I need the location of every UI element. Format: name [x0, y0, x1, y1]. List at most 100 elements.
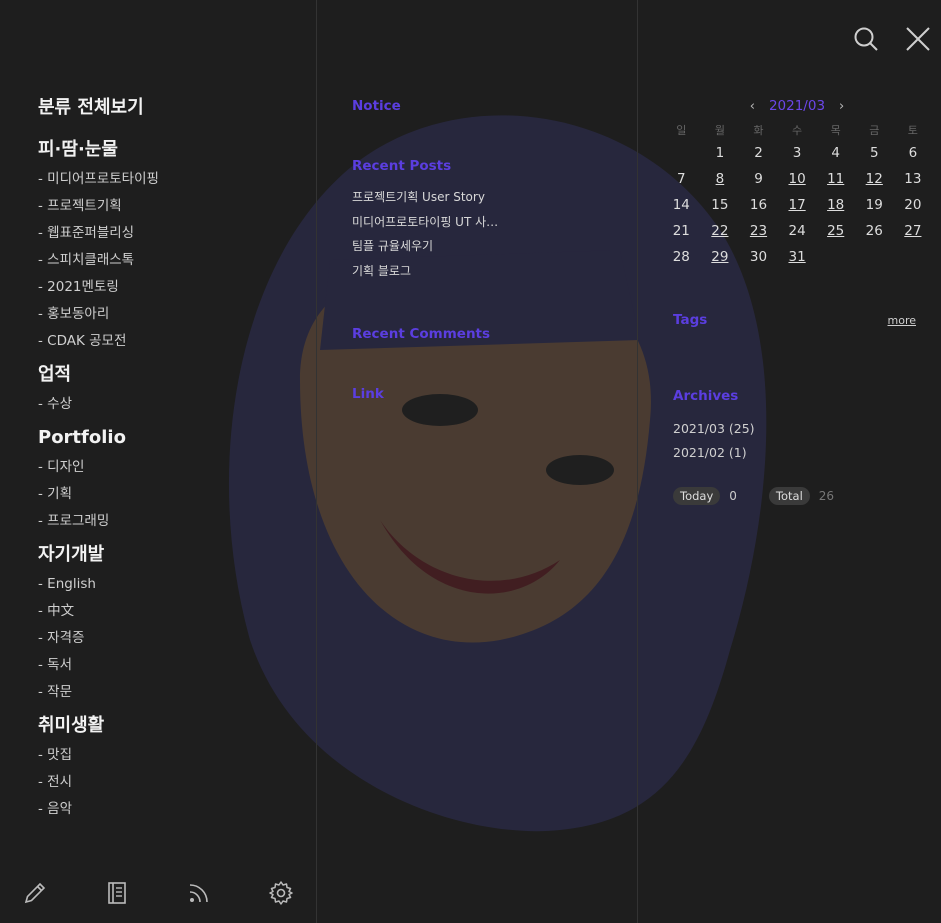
category-item[interactable]: - 中文 [38, 598, 298, 625]
category-item[interactable]: - English [38, 571, 298, 598]
calendar-weekday: 목 [830, 124, 841, 137]
calendar-day [662, 140, 701, 166]
calendar-weekday: 월 [714, 124, 725, 137]
category-item[interactable]: - 디자인 [38, 454, 298, 481]
category-group-title[interactable]: Portfolio [38, 426, 298, 450]
recent-comments-title: Recent Comments [352, 325, 491, 342]
calendar-day: 15 [711, 197, 729, 213]
tags-title: Tags [673, 312, 708, 328]
archive-item[interactable]: 2021/02 (1) [673, 441, 923, 465]
calendar-day: 16 [749, 197, 768, 213]
calendar-day[interactable]: 12 [855, 166, 894, 192]
category-item[interactable]: - 웹표준퍼블리싱 [38, 220, 298, 247]
calendar-day[interactable]: 25 [816, 218, 855, 244]
gear-icon[interactable] [268, 880, 294, 906]
category-item[interactable]: - 음악 [38, 796, 298, 823]
calendar-day [855, 244, 894, 270]
calendar-day: 7 [677, 171, 686, 187]
category-group-title[interactable]: 취미생활 [38, 714, 298, 738]
category-group: 업적 - 수상 [38, 363, 298, 418]
calendar-day: 3 [792, 145, 802, 161]
category-item[interactable]: - 전시 [38, 769, 298, 796]
today-count: 0 [729, 489, 737, 503]
calendar-day[interactable]: 27 [894, 218, 933, 244]
calendar-day[interactable]: 11 [816, 166, 855, 192]
tags-more-link[interactable]: more [888, 314, 917, 327]
calendar-day[interactable]: 8 [701, 166, 740, 192]
calendar-day[interactable]: 23 [739, 218, 778, 244]
total-count: 26 [818, 489, 835, 503]
sidebar-right: ‹ 2021/03 › 일 월 화 수 목 금 토 1 2 3 4 5 6 7 8 9 10 11 12 13 14 15… [673, 96, 923, 505]
calendar-day[interactable]: 10 [778, 166, 817, 192]
category-group: 취미생활 - 맛집 - 전시 - 음악 [38, 714, 298, 823]
calendar-grid: 일 월 화 수 목 금 토 1 2 3 4 5 6 7 8 9 10 11 12 13 14 15 16 17 18 19 20 21… [662, 122, 923, 270]
link-title: Link [352, 385, 384, 402]
notice-title[interactable]: Notice [352, 96, 622, 116]
category-group: 자기개발 - English - 中文 - 자격증 - 독서 - 작문 [38, 543, 298, 706]
calendar-day [816, 244, 855, 270]
calendar-day[interactable]: 22 [701, 218, 740, 244]
calendar-day[interactable]: 31 [778, 244, 817, 270]
calendar-day: 14 [672, 197, 690, 213]
recent-post-item[interactable]: 팀플 규율세우기 [352, 234, 502, 259]
category-item[interactable]: - 자격증 [38, 625, 298, 652]
category-all-link[interactable]: 분류 전체보기 [38, 96, 298, 120]
calendar-day: 5 [869, 145, 879, 161]
calendar-day[interactable]: 17 [778, 192, 817, 218]
category-item[interactable]: - 홍보동아리 [38, 301, 298, 328]
today-badge: Today [673, 487, 721, 505]
close-icon[interactable] [905, 26, 931, 52]
pencil-icon[interactable] [22, 880, 48, 906]
category-item[interactable]: - CDAK 공모전 [38, 328, 298, 355]
calendar-day[interactable]: 18 [816, 192, 855, 218]
category-item[interactable]: - 프로젝트기획 [38, 193, 298, 220]
category-group: Portfolio - 디자인 - 기획 - 프로그래밍 [38, 426, 298, 535]
rss-icon[interactable] [186, 880, 212, 906]
calendar-day: 28 [672, 249, 690, 265]
recent-post-item[interactable]: 기획 블로그 [352, 259, 502, 284]
category-panel: 분류 전체보기 피·땀·눈물 - 미디어프로토타이핑 - 프로젝트기획 - 웹표준퍼블… [38, 96, 298, 823]
calendar-weekday: 토 [907, 124, 918, 137]
calendar-day[interactable]: 29 [701, 244, 740, 270]
calendar-day: 19 [865, 197, 883, 213]
category-group-title[interactable]: 자기개발 [38, 543, 298, 567]
recent-post-item[interactable]: 프로젝트기획 User Story [352, 185, 502, 210]
category-item[interactable]: - 미디어프로토타이핑 [38, 166, 298, 193]
category-group-title[interactable]: 업적 [38, 363, 298, 387]
calendar-month-label: 2021/03 [768, 98, 826, 114]
search-icon[interactable] [853, 26, 879, 52]
calendar-prev-button[interactable]: ‹ [750, 99, 755, 114]
calendar-day: 2 [754, 145, 763, 161]
category-item[interactable]: - 독서 [38, 652, 298, 679]
category-item[interactable]: - 작문 [38, 679, 298, 706]
calendar-weekday: 수 [792, 124, 803, 137]
visitor-stats: Today 0 Total 26 [673, 487, 923, 505]
category-item[interactable]: - 2021멘토링 [38, 274, 298, 301]
category-item[interactable]: - 기획 [38, 481, 298, 508]
category-item[interactable]: - 맛집 [38, 742, 298, 769]
calendar-next-button[interactable]: › [839, 99, 844, 114]
category-item[interactable]: - 프로그래밍 [38, 508, 298, 535]
archives-title: Archives [673, 388, 739, 404]
calendar-day: 1 [715, 145, 725, 161]
category-group-title[interactable]: 피·땀·눈물 [38, 138, 298, 162]
calendar-day: 6 [908, 145, 918, 161]
calendar-day: 13 [904, 171, 922, 187]
category-groups: 피·땀·눈물 - 미디어프로토타이핑 - 프로젝트기획 - 웹표준퍼블리싱 - 스피치클… [38, 138, 298, 823]
category-item[interactable]: - 스피치클래스톡 [38, 247, 298, 274]
calendar-weekday: 금 [869, 124, 880, 137]
recent-post-item[interactable]: 미디어프로토타이핑 UT 사전 준비 [352, 210, 502, 235]
category-item[interactable]: - 수상 [38, 391, 298, 418]
tags-header: Tags more [673, 310, 916, 330]
archive-item[interactable]: 2021/03 (25) [673, 417, 923, 441]
calendar-weekday: 화 [753, 124, 764, 137]
total-badge: Total [768, 487, 810, 505]
top-toolbar [853, 26, 931, 52]
column-divider-2 [637, 0, 638, 923]
recent-posts-title: Recent Posts [352, 158, 452, 174]
archives-list: 2021/03 (25) 2021/02 (1) [673, 417, 923, 465]
notebook-icon[interactable] [104, 880, 130, 906]
calendar-day: 26 [865, 223, 883, 239]
calendar-day: 21 [672, 223, 690, 239]
calendar-day: 9 [754, 171, 763, 187]
